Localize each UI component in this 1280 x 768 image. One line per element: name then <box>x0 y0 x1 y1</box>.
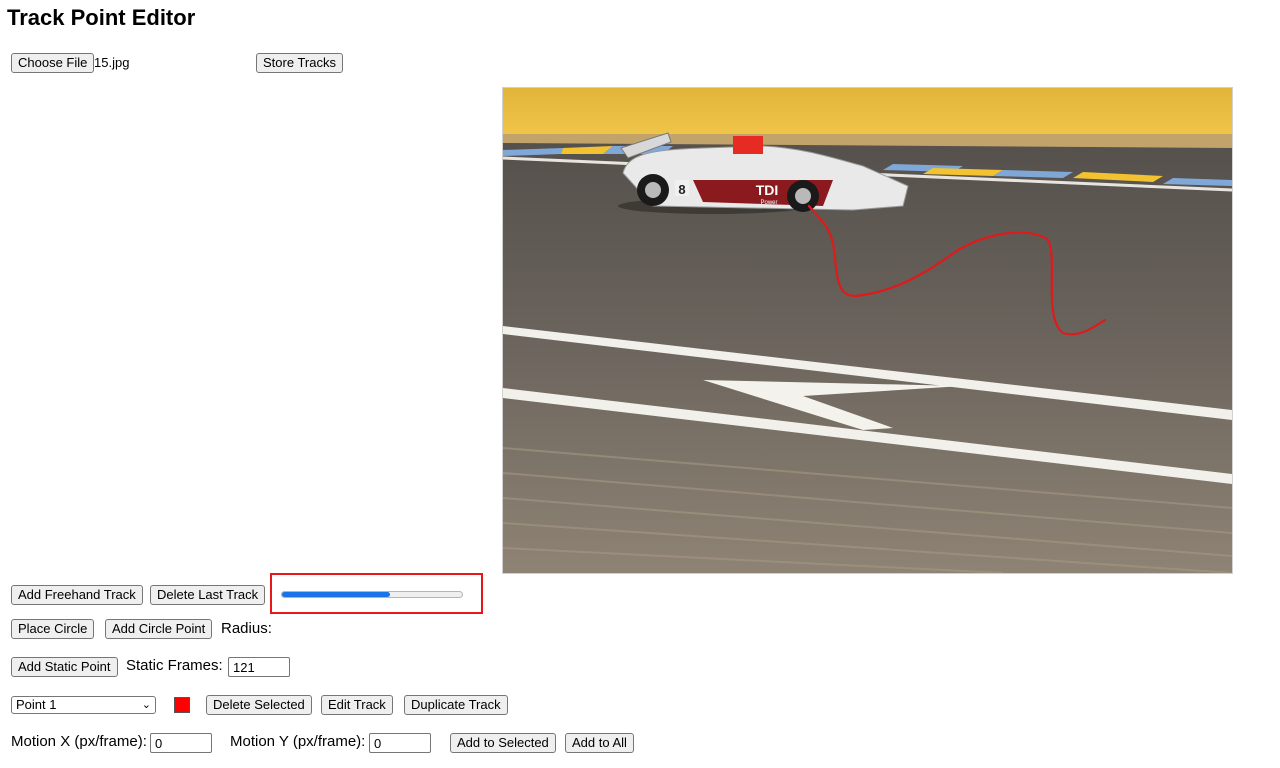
car-number-label: 8 <box>678 182 685 197</box>
point-color-swatch[interactable] <box>174 697 190 713</box>
static-frames-input[interactable] <box>228 657 290 677</box>
slider-highlight-box <box>270 573 483 614</box>
point-select-value: Point 1 <box>16 697 57 712</box>
add-to-all-button[interactable]: Add to All <box>565 733 634 753</box>
motion-x-label: Motion X (px/frame): <box>11 733 147 750</box>
motion-y-input[interactable] <box>369 733 431 753</box>
point-select[interactable]: Point 1 ⌄ <box>11 696 156 714</box>
choose-file-button[interactable]: Choose File <box>11 53 95 73</box>
car-sponsor-label: TDI <box>756 182 779 198</box>
delete-selected-button[interactable]: Delete Selected <box>206 695 312 715</box>
grass-area <box>503 88 1232 134</box>
track-photo: 8 TDI Power <box>503 88 1232 573</box>
place-circle-button[interactable]: Place Circle <box>11 619 95 639</box>
radius-label: Radius: <box>221 620 272 637</box>
duplicate-track-button[interactable]: Duplicate Track <box>404 695 508 715</box>
car-sponsor-sub-label: Power <box>760 200 777 206</box>
chevron-down-icon: ⌄ <box>141 699 151 711</box>
edit-track-button[interactable]: Edit Track <box>321 695 393 715</box>
add-to-selected-button[interactable]: Add to Selected <box>450 733 556 753</box>
motion-x-input[interactable] <box>150 733 212 753</box>
add-freehand-track-button[interactable]: Add Freehand Track <box>11 585 143 605</box>
delete-last-track-button[interactable]: Delete Last Track <box>150 585 266 605</box>
file-name-label: 15.jpg <box>94 55 130 70</box>
image-canvas[interactable]: 8 TDI Power <box>502 87 1233 574</box>
add-circle-point-button[interactable]: Add Circle Point <box>105 619 213 639</box>
store-tracks-button[interactable]: Store Tracks <box>256 53 343 73</box>
add-static-point-button[interactable]: Add Static Point <box>11 657 118 677</box>
page-title: Track Point Editor <box>7 5 196 30</box>
motion-y-label: Motion Y (px/frame): <box>230 733 366 750</box>
static-frames-label: Static Frames: <box>126 657 223 674</box>
slider-fill <box>282 592 390 597</box>
progress-slider[interactable] <box>281 591 463 598</box>
asphalt <box>503 88 1232 573</box>
